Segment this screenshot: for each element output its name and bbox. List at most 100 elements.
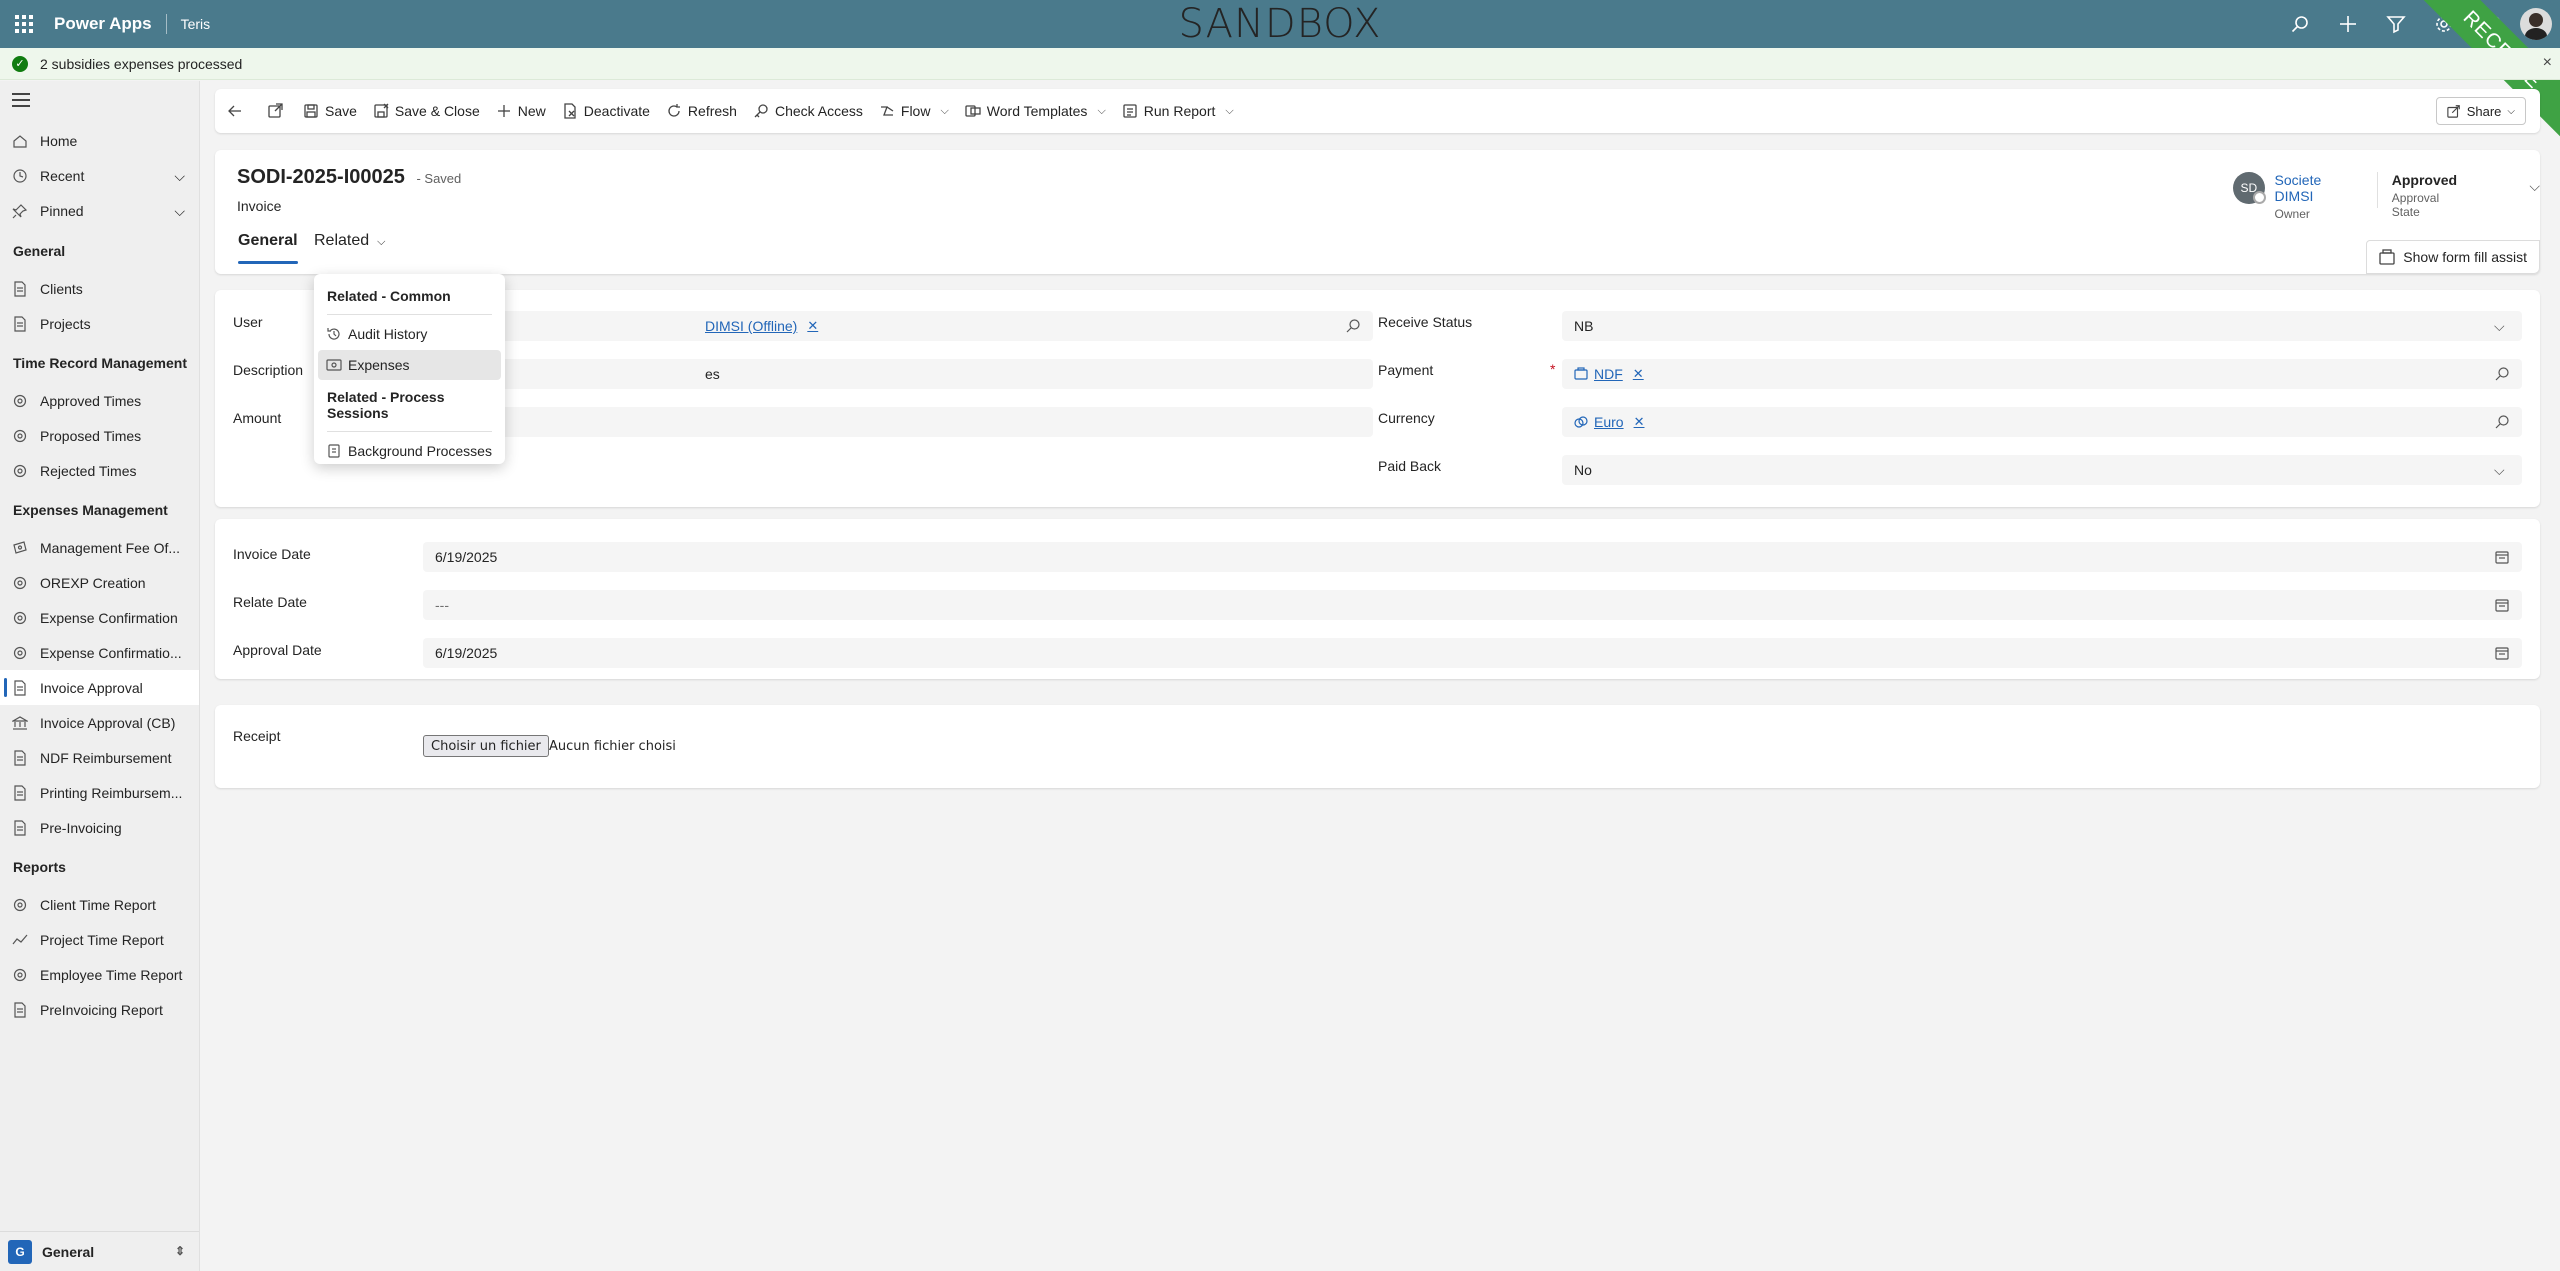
expand-header-chevron-icon[interactable]: ⌵ — [2529, 178, 2540, 221]
open-new-window-button[interactable] — [255, 89, 295, 133]
save-button[interactable]: Save — [295, 89, 365, 133]
close-icon[interactable]: × — [2543, 54, 2552, 72]
deactivate-button[interactable]: Deactivate — [554, 89, 658, 133]
user-lookup-value[interactable]: DIMSI (Offline) ✕ — [705, 318, 818, 334]
notification-bar: ✓ 2 subsidies expenses processed × — [0, 48, 2560, 80]
plus-icon[interactable] — [2324, 0, 2372, 48]
waffle-icon — [15, 15, 33, 33]
user-lookup[interactable]: DIMSI (Offline) ✕ — [423, 311, 1373, 341]
flow-button[interactable]: Flow ⌵ — [871, 89, 957, 133]
sidebar-item-preinvoicing-report[interactable]: PreInvoicing Report — [0, 992, 199, 1027]
tab-general[interactable]: General — [238, 232, 298, 264]
check-access-button[interactable]: Check Access — [745, 89, 871, 133]
currency-lookup[interactable]: Euro ✕ — [1562, 407, 2522, 437]
sidebar-item-ndf-reimbursement[interactable]: NDF Reimbursement — [0, 740, 199, 775]
chevron-down-icon[interactable]: ⌵ — [174, 203, 185, 220]
invoice-date-value: 6/19/2025 — [435, 549, 498, 565]
description-value: es — [705, 366, 720, 382]
sidebar-item-project-time-report[interactable]: Project Time Report — [0, 922, 199, 957]
payment-lookup[interactable]: NDF ✕ — [1562, 359, 2522, 389]
receive-status-select[interactable]: NB ⌵ — [1562, 311, 2522, 341]
filter-icon[interactable] — [2372, 0, 2420, 48]
menu-item-audit-history[interactable]: Audit History — [318, 319, 501, 349]
sidebar-item-label: Approved Times — [40, 392, 142, 409]
paid-back-select[interactable]: No ⌵ — [1562, 455, 2522, 485]
approval-date-input[interactable]: 6/19/2025 — [423, 638, 2522, 668]
sidebar-item-label: Pinned — [40, 202, 84, 219]
hamburger-icon[interactable] — [12, 93, 30, 111]
sidebar-item-approved-times[interactable]: Approved Times — [0, 383, 199, 418]
calendar-icon[interactable] — [2494, 597, 2510, 613]
save-close-button[interactable]: Save & Close — [365, 89, 488, 133]
background-processes-label: Background Processes — [348, 443, 492, 459]
show-form-fill-assist-button[interactable]: Show form fill assist — [2366, 240, 2540, 274]
sidebar-item-management-fee-of[interactable]: Management Fee Of... — [0, 530, 199, 565]
sidebar-item-label: NDF Reimbursement — [40, 749, 172, 766]
sidebar-item-pre-invoicing[interactable]: Pre-Invoicing — [0, 810, 199, 845]
search-icon[interactable] — [2276, 0, 2324, 48]
word-template-icon — [965, 105, 981, 117]
search-icon[interactable] — [1345, 318, 1361, 334]
entity-icon — [1574, 367, 1588, 380]
amount-input[interactable] — [423, 407, 1373, 437]
sidebar-item-invoice-approval-cb[interactable]: Invoice Approval (CB) — [0, 705, 199, 740]
new-button[interactable]: New — [488, 89, 554, 133]
sidebar-item-invoice-approval[interactable]: Invoice Approval — [0, 670, 199, 705]
chevron-down-icon: ⌵ — [2507, 105, 2515, 117]
share-button[interactable]: Share ⌵ — [2435, 97, 2526, 125]
sidebar-item-rejected-times[interactable]: Rejected Times — [0, 453, 199, 488]
divider — [327, 431, 492, 432]
calendar-icon[interactable] — [2494, 645, 2510, 661]
flow-label: Flow — [900, 103, 931, 119]
sidebar-item-printing-reimbursem[interactable]: Printing Reimbursem... — [0, 775, 199, 810]
app-launcher-button[interactable] — [0, 0, 48, 48]
description-input[interactable]: es — [423, 359, 1373, 389]
area-switcher[interactable]: G General ⇕ — [0, 1231, 199, 1271]
arrow-left-icon — [228, 105, 241, 117]
sidebar-group-title: Reports — [13, 859, 66, 875]
sidebar-item-label: Rejected Times — [40, 462, 137, 479]
expenses-label: Expenses — [348, 357, 410, 373]
chevron-down-icon[interactable]: ⌵ — [174, 168, 185, 185]
search-icon[interactable] — [2494, 414, 2510, 430]
sidebar-item-orexp-creation[interactable]: OREXP Creation — [0, 565, 199, 600]
back-button[interactable] — [215, 89, 255, 133]
approval-state-value: Approved — [2391, 172, 2458, 188]
general-section: User DIMSI (Offline) ✕ Description es Amo… — [215, 290, 2540, 507]
sidebar-item-projects[interactable]: Projects — [0, 306, 199, 341]
invoice-date-input[interactable]: 6/19/2025 — [423, 542, 2522, 572]
sidebar-item-proposed-times[interactable]: Proposed Times — [0, 418, 199, 453]
owner-link[interactable]: Societe DIMSI — [2275, 172, 2363, 204]
choose-file-button[interactable]: Choisir un fichier — [423, 735, 549, 757]
run-report-button[interactable]: Run Report ⌵ — [1114, 89, 1242, 133]
calendar-icon[interactable] — [2494, 549, 2510, 565]
menu-item-background-processes[interactable]: Background Processes — [318, 436, 501, 466]
sidebar-item-expense-confirmatio[interactable]: Expense Confirmatio... — [0, 635, 199, 670]
remove-icon[interactable]: ✕ — [1633, 366, 1644, 382]
remove-icon[interactable]: ✕ — [807, 318, 818, 334]
tab-general-label: General — [238, 232, 298, 249]
tab-related[interactable]: Related ⌵ — [314, 232, 386, 264]
user-avatar[interactable] — [2520, 8, 2552, 40]
payment-value-text: NDF — [1594, 366, 1623, 382]
app-name[interactable]: Power Apps — [54, 14, 152, 34]
sidebar-item-recent[interactable]: Recent ⌵ — [0, 158, 199, 193]
environment-name[interactable]: Teris — [181, 16, 211, 32]
word-templates-button[interactable]: Word Templates ⌵ — [957, 89, 1114, 133]
relate-date-input[interactable]: --- — [423, 590, 2522, 620]
sidebar-item-label: Home — [40, 132, 78, 149]
menu-item-expenses[interactable]: Expenses — [318, 350, 501, 380]
remove-icon[interactable]: ✕ — [1634, 414, 1645, 430]
sidebar-item-clients[interactable]: Clients — [0, 271, 199, 306]
sidebar-item-home[interactable]: Home — [0, 123, 199, 158]
refresh-button[interactable]: Refresh — [658, 89, 745, 133]
sidebar-item-expense-confirmation[interactable]: Expense Confirmation — [0, 600, 199, 635]
currency-lookup-value[interactable]: Euro ✕ — [1574, 414, 1644, 430]
sidebar-item-pinned[interactable]: Pinned ⌵ — [0, 193, 199, 228]
search-icon[interactable] — [2494, 366, 2510, 382]
sidebar-item-employee-time-report[interactable]: Employee Time Report — [0, 957, 199, 992]
payment-lookup-value[interactable]: NDF ✕ — [1574, 366, 1644, 382]
record-header: SODI-2025-I00025 - Saved Invoice General… — [215, 150, 2540, 274]
sidebar-item-client-time-report[interactable]: Client Time Report — [0, 887, 199, 922]
refresh-icon — [668, 104, 680, 117]
